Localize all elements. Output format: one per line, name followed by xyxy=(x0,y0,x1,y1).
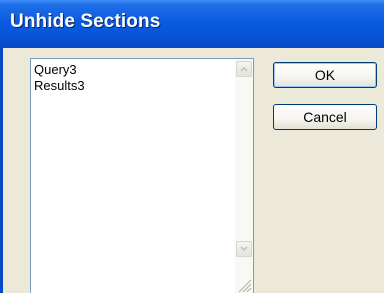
vertical-scrollbar[interactable] xyxy=(235,59,253,293)
title-bar[interactable]: Unhide Sections xyxy=(0,0,384,48)
resize-grip-icon[interactable] xyxy=(236,277,252,293)
sections-list: Query3 Results3 xyxy=(34,62,233,94)
unhide-sections-dialog: Unhide Sections Query3 Results3 OK Cance… xyxy=(0,0,384,293)
scroll-down-button[interactable] xyxy=(236,241,252,257)
window-frame-left xyxy=(0,48,3,293)
list-item-results3[interactable]: Results3 xyxy=(34,78,233,94)
ok-button[interactable]: OK xyxy=(273,62,377,88)
chevron-down-icon xyxy=(240,246,248,252)
list-item-query3[interactable]: Query3 xyxy=(34,62,233,78)
chevron-up-icon xyxy=(240,66,248,72)
sections-listbox[interactable]: Query3 Results3 xyxy=(30,58,254,293)
scroll-up-button[interactable] xyxy=(236,61,252,77)
cancel-button[interactable]: Cancel xyxy=(273,104,377,130)
dialog-title: Unhide Sections xyxy=(10,11,161,32)
